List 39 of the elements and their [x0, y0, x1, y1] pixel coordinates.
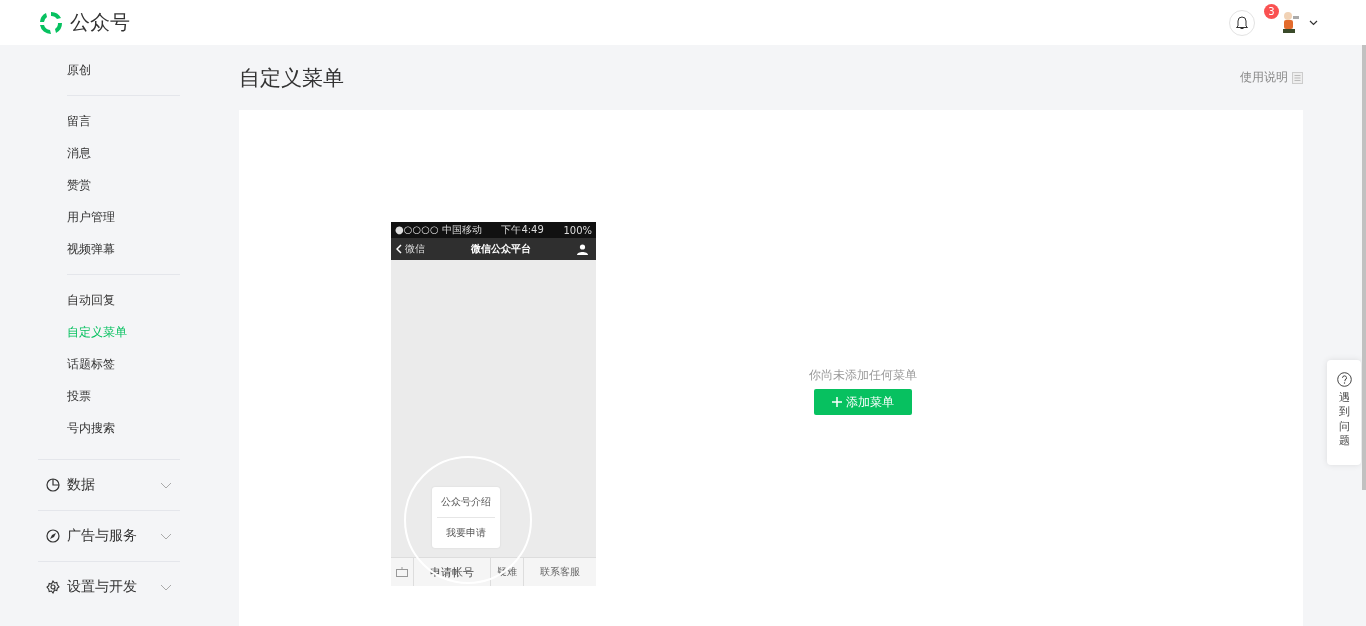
logo-text: 公众号: [70, 9, 130, 36]
sidebar-section[interactable]: 数据: [67, 476, 153, 494]
help-float-button[interactable]: 遇到问题: [1327, 360, 1361, 465]
phone-title: 微信公众平台: [471, 242, 531, 256]
back-chevron-icon: [396, 244, 402, 254]
sidebar-item[interactable]: 自动回复: [67, 284, 180, 316]
sidebar-item[interactable]: 视频弹幕: [67, 233, 180, 265]
logo-icon: [38, 9, 64, 36]
sidebar-section[interactable]: 设置与开发: [67, 578, 153, 596]
document-icon: [1292, 71, 1303, 84]
empty-message: 你尚未添加任何菜单: [809, 367, 917, 384]
sidebar-item[interactable]: 留言: [67, 105, 180, 137]
popup-item: 我要申请: [437, 517, 495, 548]
compass-icon: [46, 529, 60, 543]
scrollbar[interactable]: [1362, 45, 1366, 490]
help-float-label: 遇到问题: [1338, 391, 1350, 449]
sidebar-item[interactable]: 原创: [67, 54, 180, 86]
notification-badge: 3: [1264, 3, 1279, 19]
question-icon: [1336, 372, 1352, 387]
sidebar-item[interactable]: 赞赏: [67, 169, 180, 201]
sidebar-item[interactable]: 号内搜索: [67, 412, 180, 444]
keyboard-icon: [396, 567, 408, 577]
chevron-icon[interactable]: [1309, 19, 1318, 26]
popup-item: 公众号介绍: [440, 495, 492, 509]
person-icon: [577, 243, 588, 255]
carrier-text: ●○○○○ 中国移动: [395, 223, 482, 237]
sidebar-item[interactable]: 话题标签: [67, 348, 180, 380]
sidebar-item[interactable]: 投票: [67, 380, 180, 412]
sidebar-item[interactable]: 用户管理: [67, 201, 180, 233]
gear-icon: [46, 580, 60, 594]
sidebar-item[interactable]: 消息: [67, 137, 180, 169]
plus-icon: [832, 397, 842, 407]
bell-icon: [1235, 15, 1249, 30]
sidebar-section[interactable]: 广告与服务: [67, 527, 153, 545]
pie-chart-icon: [46, 478, 60, 492]
battery-text: 100%: [563, 224, 592, 236]
page-title: 自定义菜单: [239, 64, 345, 92]
time-text: 下午4:49: [501, 223, 544, 237]
notification-button[interactable]: [1229, 9, 1255, 36]
